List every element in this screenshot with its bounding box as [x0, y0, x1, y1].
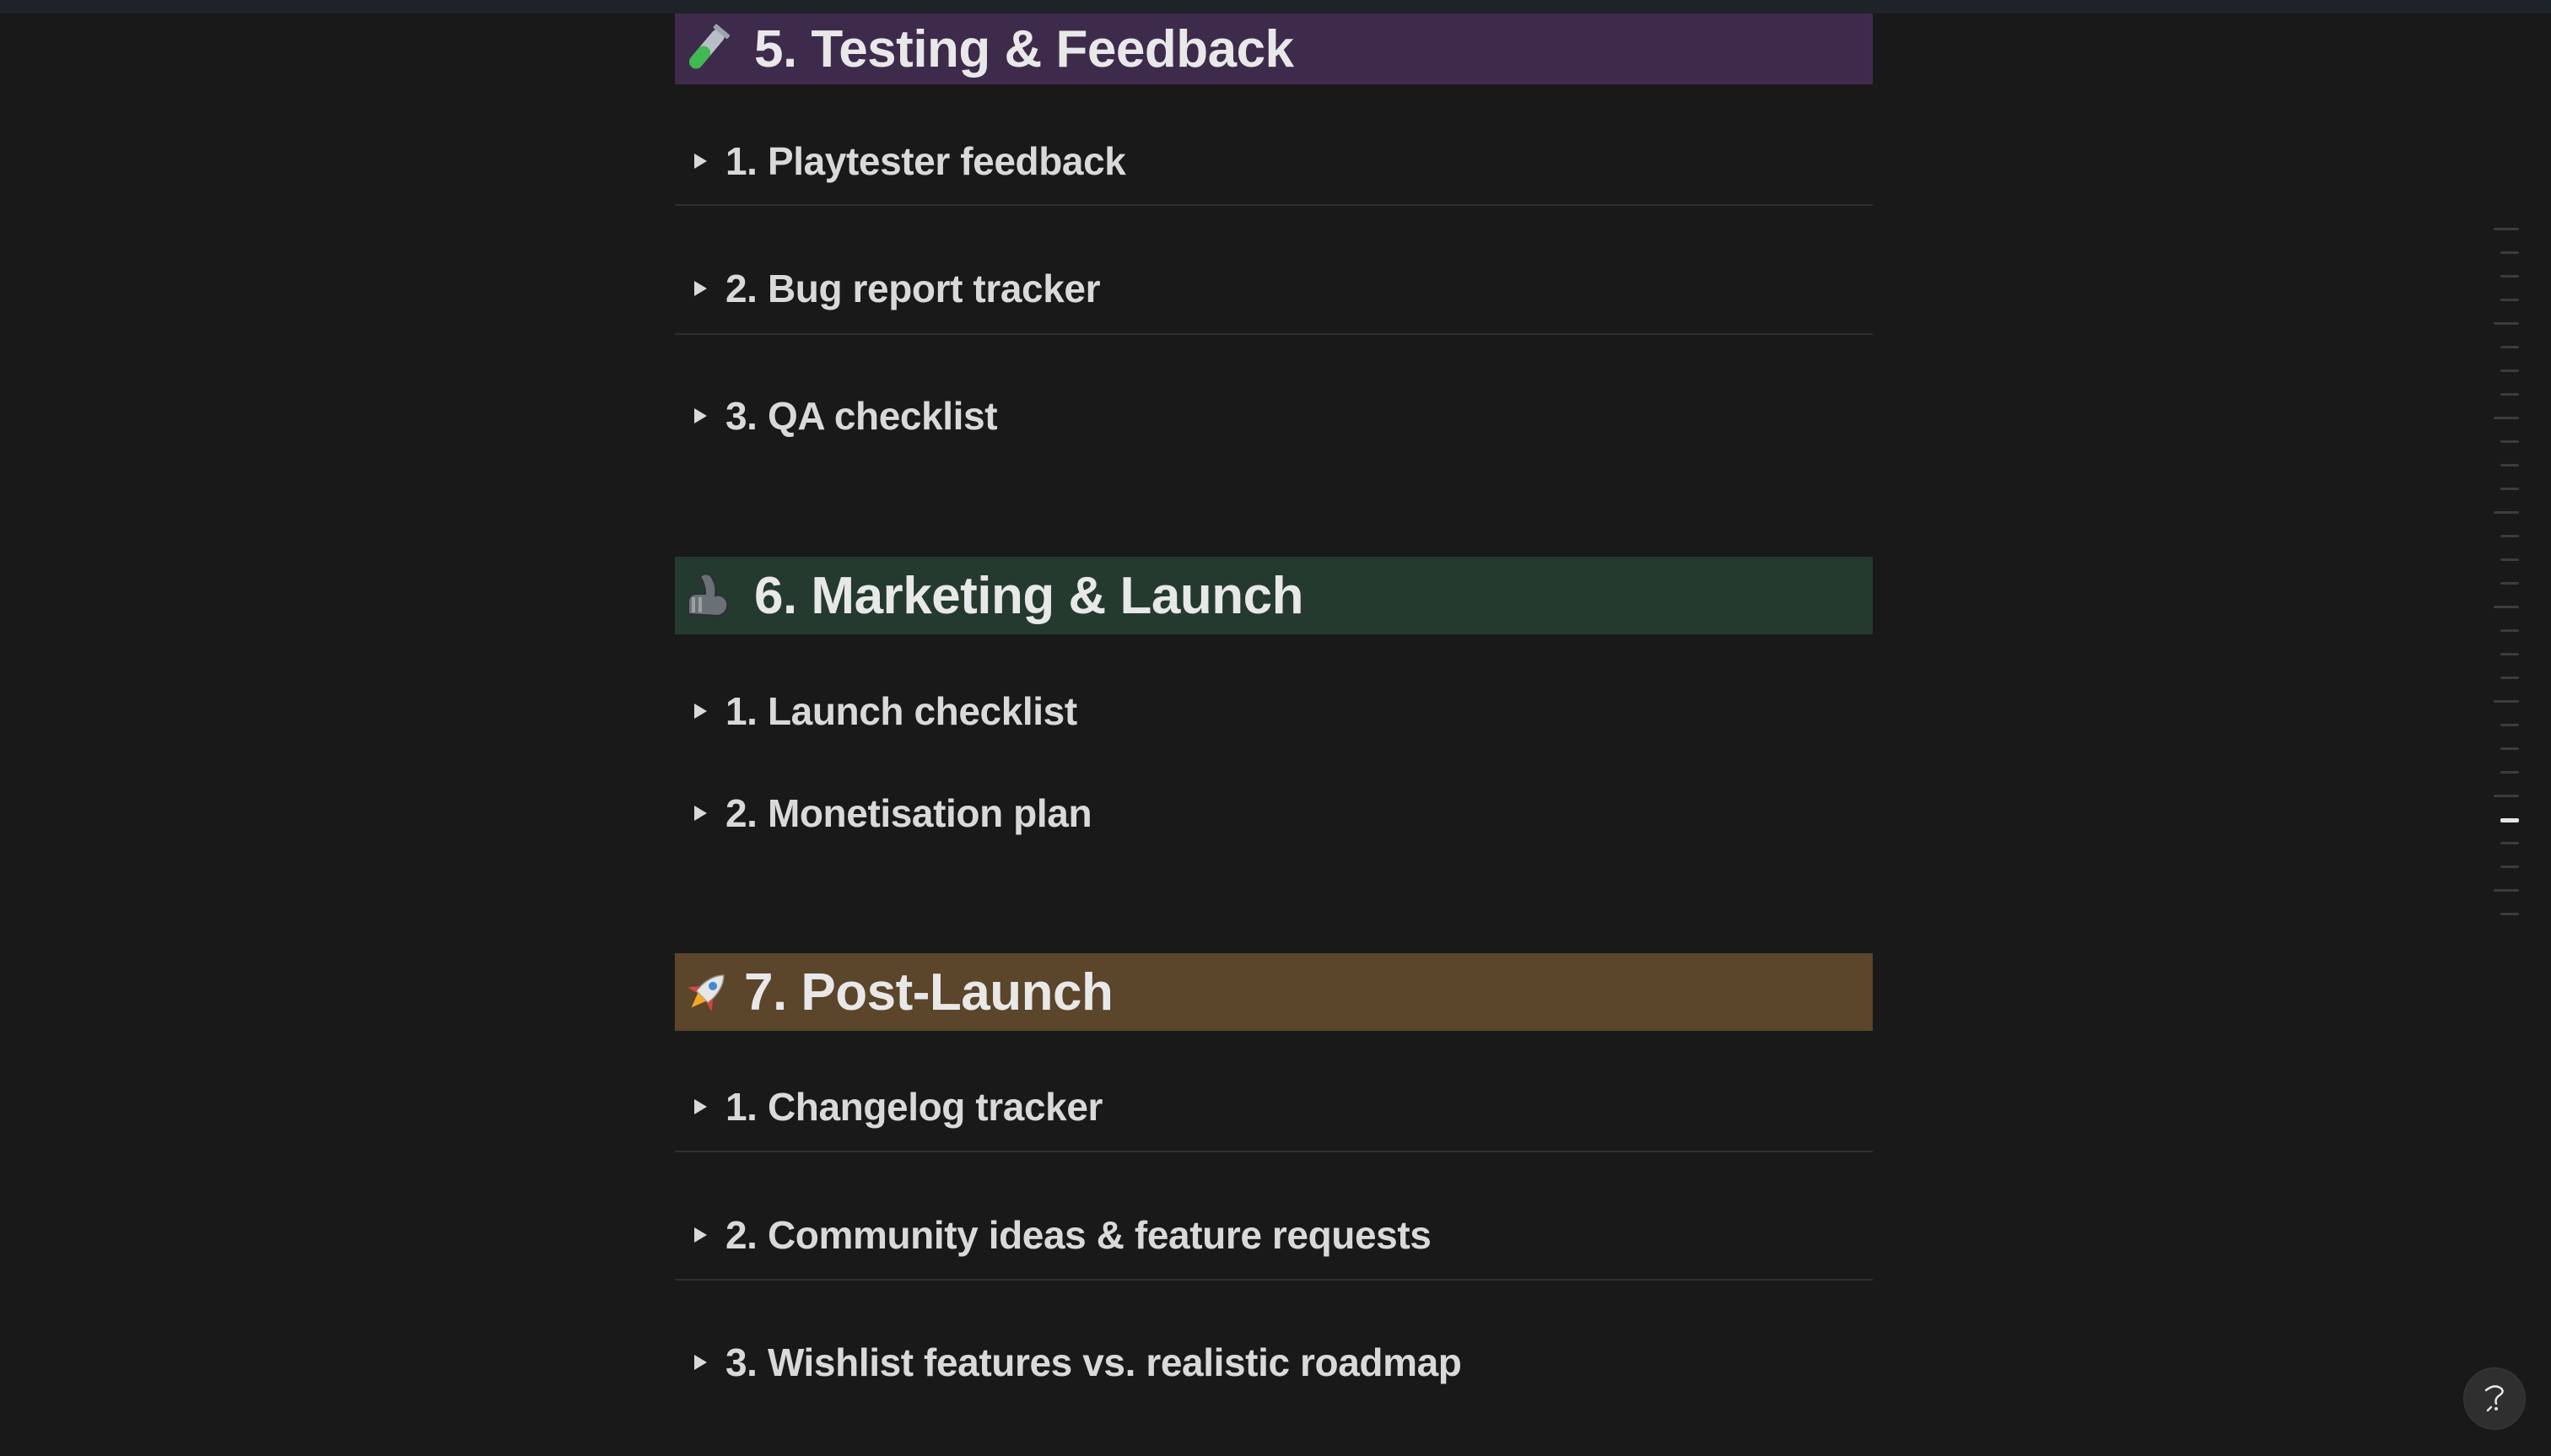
flexed-biceps-icon — [680, 569, 734, 623]
toc-tick[interactable] — [2500, 275, 2519, 278]
toc-tick[interactable] — [2494, 795, 2519, 797]
toggle-title[interactable]: 3. QA checklist — [725, 393, 998, 439]
rocket-icon — [680, 965, 734, 1019]
toc-tick[interactable] — [2494, 700, 2519, 703]
toggle-item[interactable]: 3. QA checklist — [675, 388, 1873, 444]
toc-tick[interactable] — [2494, 606, 2519, 608]
toggle-arrow-icon[interactable] — [675, 407, 725, 425]
toc-tick[interactable] — [2500, 251, 2519, 254]
toc-tick[interactable] — [2500, 653, 2519, 655]
toc-tick[interactable] — [2500, 866, 2519, 868]
toc-tick[interactable] — [2500, 724, 2519, 726]
toggle-title[interactable]: 1. Launch checklist — [725, 688, 1077, 734]
toc-tick[interactable] — [2500, 440, 2519, 443]
toc-tick[interactable] — [2500, 535, 2519, 537]
toggle-item[interactable]: 1. Playtester feedback — [675, 133, 1873, 189]
toggle-arrow-icon[interactable] — [675, 1097, 725, 1116]
toggle-item[interactable]: 2. Community ideas & feature requests — [675, 1207, 1873, 1263]
toc-tick[interactable] — [2500, 913, 2519, 915]
toggle-item[interactable]: 3. Wishlist features vs. realistic roadm… — [675, 1335, 1873, 1390]
toggle-arrow-icon[interactable] — [675, 804, 725, 822]
toggle-arrow-icon[interactable] — [675, 152, 725, 170]
toggle-title[interactable]: 1. Changelog tracker — [725, 1084, 1103, 1130]
divider — [675, 1151, 1873, 1152]
toc-tick[interactable] — [2500, 629, 2519, 632]
divider — [675, 333, 1873, 335]
toc-tick[interactable] — [2494, 511, 2519, 514]
toggle-title[interactable]: 2. Community ideas & feature requests — [725, 1212, 1432, 1258]
toc-tick[interactable] — [2500, 488, 2519, 490]
toggle-arrow-icon[interactable] — [675, 279, 725, 298]
section-title: 7. Post-Launch — [744, 963, 1114, 1022]
toc-tick[interactable] — [2500, 771, 2519, 774]
toggle-item[interactable]: 1. Launch checklist — [675, 683, 1873, 739]
toc-tick[interactable] — [2500, 299, 2519, 301]
toc-tick[interactable] — [2500, 393, 2519, 396]
toggle-item[interactable]: 2. Bug report tracker — [675, 261, 1873, 316]
toggle-arrow-icon[interactable] — [675, 702, 725, 720]
toc-tick[interactable] — [2500, 677, 2519, 679]
toc-tick[interactable] — [2500, 558, 2519, 561]
toc-tick[interactable] — [2494, 417, 2519, 419]
toc-tick[interactable] — [2500, 582, 2519, 585]
toggle-arrow-icon[interactable] — [675, 1353, 725, 1372]
help-icon — [2476, 1378, 2513, 1420]
toc-tick[interactable] — [2500, 747, 2519, 750]
section-title: 6. Marketing & Launch — [754, 566, 1303, 625]
toc-tick[interactable] — [2494, 322, 2519, 325]
toc-tick[interactable] — [2494, 228, 2519, 230]
toggle-title[interactable]: 3. Wishlist features vs. realistic roadm… — [725, 1340, 1462, 1385]
toggle-arrow-icon[interactable] — [675, 1226, 725, 1244]
toc-tick[interactable] — [2494, 889, 2519, 892]
toggle-title[interactable]: 1. Playtester feedback — [725, 138, 1126, 184]
section-heading-post-launch: 7. Post-Launch — [675, 953, 1873, 1031]
toc-tick[interactable] — [2500, 842, 2519, 844]
section-heading-testing: 5. Testing & Feedback — [675, 13, 1873, 84]
toggle-title[interactable]: 2. Bug report tracker — [725, 266, 1100, 311]
toc-tick[interactable] — [2500, 346, 2519, 348]
toc-tick[interactable] — [2500, 818, 2519, 822]
toc-tick[interactable] — [2500, 369, 2519, 372]
divider — [675, 1279, 1873, 1281]
toggle-item[interactable]: 2. Monetisation plan — [675, 785, 1873, 841]
test-tube-icon — [680, 22, 734, 76]
section-title: 5. Testing & Feedback — [754, 19, 1294, 78]
divider — [675, 204, 1873, 206]
toggle-title[interactable]: 2. Monetisation plan — [725, 790, 1092, 836]
toc-tick[interactable] — [2500, 464, 2519, 466]
section-heading-marketing: 6. Marketing & Launch — [675, 557, 1873, 634]
help-button[interactable] — [2464, 1368, 2525, 1429]
top-bar — [0, 0, 2551, 13]
toggle-item[interactable]: 1. Changelog tracker — [675, 1079, 1873, 1135]
